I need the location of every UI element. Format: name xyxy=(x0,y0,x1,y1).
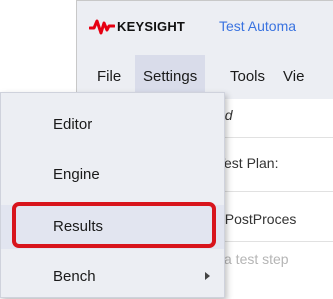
dropdown-item-label: Results xyxy=(53,218,104,235)
keysight-logo-icon xyxy=(88,19,116,40)
dropdown-item-engine[interactable]: Engine xyxy=(1,153,224,197)
dropdown-item-label: Bench xyxy=(53,268,96,285)
brand-name: KEYSIGHT xyxy=(117,19,186,34)
content-line-3: : PostProces xyxy=(217,211,297,227)
dropdown-item-label: Engine xyxy=(53,166,100,183)
dropdown-item-results[interactable]: Results xyxy=(1,205,224,249)
menu-tools[interactable]: Tools xyxy=(230,55,265,99)
dropdown-item-editor[interactable]: Editor xyxy=(1,103,224,147)
title-bar: KEYSIGHT Test Automa xyxy=(77,1,333,55)
settings-dropdown-menu: Editor Engine Results Bench xyxy=(0,92,225,298)
content-line-2: Test Plan: xyxy=(217,155,279,171)
dropdown-item-bench[interactable]: Bench xyxy=(1,255,224,299)
menu-view[interactable]: Vie xyxy=(283,55,304,99)
chevron-right-icon xyxy=(205,272,210,280)
dropdown-item-label: Editor xyxy=(53,116,93,133)
content-line-4: l a test step xyxy=(217,251,289,267)
app-title: Test Automa xyxy=(219,18,297,34)
